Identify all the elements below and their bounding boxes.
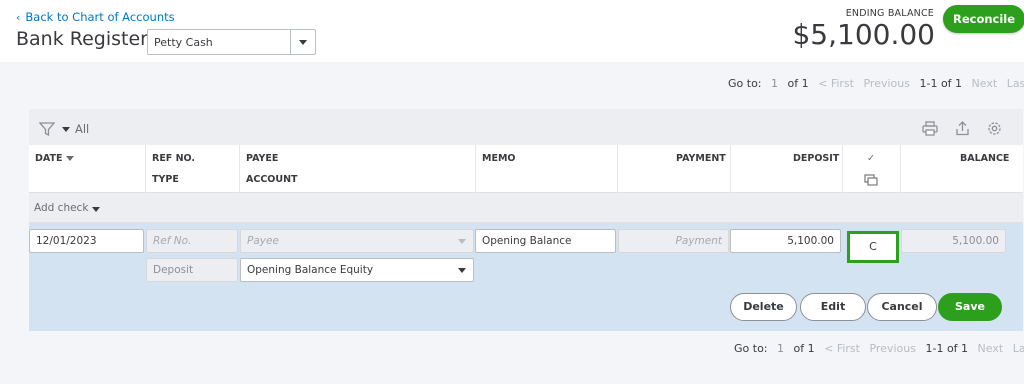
- goto-label: Go to:: [728, 77, 762, 90]
- payee-select[interactable]: Payee: [240, 229, 474, 253]
- copy-icon[interactable]: [864, 174, 878, 189]
- balance-value: 5,100.00: [901, 229, 1006, 253]
- reconcile-status-field[interactable]: C: [847, 231, 899, 263]
- add-check-label: Add check: [34, 202, 89, 214]
- filter-label[interactable]: All: [75, 122, 89, 136]
- first-page-link[interactable]: < First: [824, 342, 860, 355]
- account-select[interactable]: Petty Cash: [147, 29, 316, 55]
- reconcile-check-header: ✓: [867, 153, 875, 164]
- caret-down-icon: [92, 207, 100, 212]
- payment-column-header: PAYMENT: [676, 153, 726, 164]
- memo-input[interactable]: Opening Balance: [475, 229, 616, 253]
- date-column-header[interactable]: DATE: [35, 153, 74, 164]
- chevron-left-icon: ‹: [16, 11, 21, 24]
- reconcile-button[interactable]: Reconcile: [943, 5, 1024, 33]
- filter-caret-icon[interactable]: [62, 127, 70, 132]
- date-header-label: DATE: [35, 153, 63, 164]
- account-select-field[interactable]: Opening Balance Equity: [240, 258, 474, 282]
- goto-label: Go to:: [734, 342, 768, 355]
- gear-icon[interactable]: [987, 121, 1002, 140]
- date-input[interactable]: 12/01/2023: [29, 229, 144, 253]
- print-icon[interactable]: [922, 121, 938, 140]
- back-to-chart-of-accounts-link[interactable]: ‹ Back to Chart of Accounts: [16, 10, 175, 24]
- edit-button[interactable]: Edit: [800, 293, 866, 321]
- delete-button[interactable]: Delete: [730, 293, 797, 321]
- goto-page-input[interactable]: 1: [771, 77, 778, 90]
- balance-column-header: BALANCE: [960, 153, 1010, 164]
- column-divider: [900, 145, 901, 193]
- account-select-value: Petty Cash: [154, 36, 213, 49]
- page-of-label: of 1: [787, 77, 809, 90]
- goto-page-input[interactable]: 1: [777, 342, 784, 355]
- ref-no-column-header: REF NO.: [152, 153, 196, 164]
- ref-no-input[interactable]: Ref No.: [146, 229, 238, 253]
- column-divider: [730, 145, 731, 193]
- ending-balance-amount: $5,100.00: [792, 18, 935, 51]
- account-value: Opening Balance Equity: [247, 264, 374, 276]
- account-field-dropdown-button[interactable]: [451, 259, 473, 281]
- previous-page-link[interactable]: Previous: [863, 77, 910, 90]
- next-page-link[interactable]: Next: [972, 77, 998, 90]
- account-column-header: ACCOUNT: [246, 174, 298, 185]
- account-dropdown-button[interactable]: [290, 30, 315, 54]
- page-title: Bank Register: [16, 28, 148, 50]
- caret-down-icon: [458, 239, 466, 244]
- payee-dropdown-button[interactable]: [451, 230, 473, 252]
- first-page-link[interactable]: < First: [818, 77, 854, 90]
- save-button[interactable]: Save: [938, 293, 1002, 321]
- pager-top: Go to: 1 of 1 < First Previous 1-1 of 1 …: [728, 77, 1024, 90]
- table-toolbar: All: [29, 109, 1023, 145]
- payment-input[interactable]: Payment: [618, 229, 729, 253]
- add-check-dropdown[interactable]: Add check: [29, 193, 1023, 223]
- column-divider: [475, 145, 476, 193]
- caret-down-icon: [458, 268, 466, 273]
- last-page-link[interactable]: Last >: [1007, 77, 1024, 90]
- transaction-type-value: Deposit: [146, 258, 238, 282]
- column-divider: [145, 145, 146, 193]
- page-range-label: 1-1 of 1: [925, 342, 969, 355]
- page-of-label: of 1: [793, 342, 815, 355]
- column-divider: [239, 145, 240, 193]
- sort-caret-icon: [65, 156, 74, 161]
- payee-column-header: PAYEE: [246, 153, 279, 164]
- column-divider: [842, 145, 843, 193]
- filter-icon[interactable]: [38, 121, 56, 140]
- type-column-header: TYPE: [152, 174, 179, 185]
- export-icon[interactable]: [955, 121, 970, 140]
- page-header: ‹ Back to Chart of Accounts Bank Register…: [0, 0, 1024, 62]
- next-page-link[interactable]: Next: [978, 342, 1004, 355]
- column-divider: [617, 145, 618, 193]
- page-range-label: 1-1 of 1: [919, 77, 963, 90]
- table-header: DATE REF NO. TYPE PAYEE ACCOUNT MEMO PAY…: [29, 145, 1023, 193]
- payee-placeholder: Payee: [247, 235, 279, 247]
- previous-page-link[interactable]: Previous: [869, 342, 916, 355]
- deposit-column-header: DEPOSIT: [793, 153, 840, 164]
- cancel-button[interactable]: Cancel: [867, 293, 937, 321]
- register-table: All DATE REF NO. TYPE PAYEE ACCOUNT MEMO…: [29, 109, 1023, 331]
- pager-bottom: Go to: 1 of 1 < First Previous 1-1 of 1 …: [734, 342, 1024, 355]
- caret-down-icon: [299, 40, 307, 45]
- back-link-label: Back to Chart of Accounts: [25, 10, 175, 24]
- last-page-link[interactable]: Last >: [1013, 342, 1024, 355]
- memo-column-header: MEMO: [482, 153, 516, 164]
- deposit-input[interactable]: 5,100.00: [730, 229, 841, 253]
- edit-transaction-row: 12/01/2023 Ref No. Payee Opening Balance…: [29, 223, 1023, 331]
